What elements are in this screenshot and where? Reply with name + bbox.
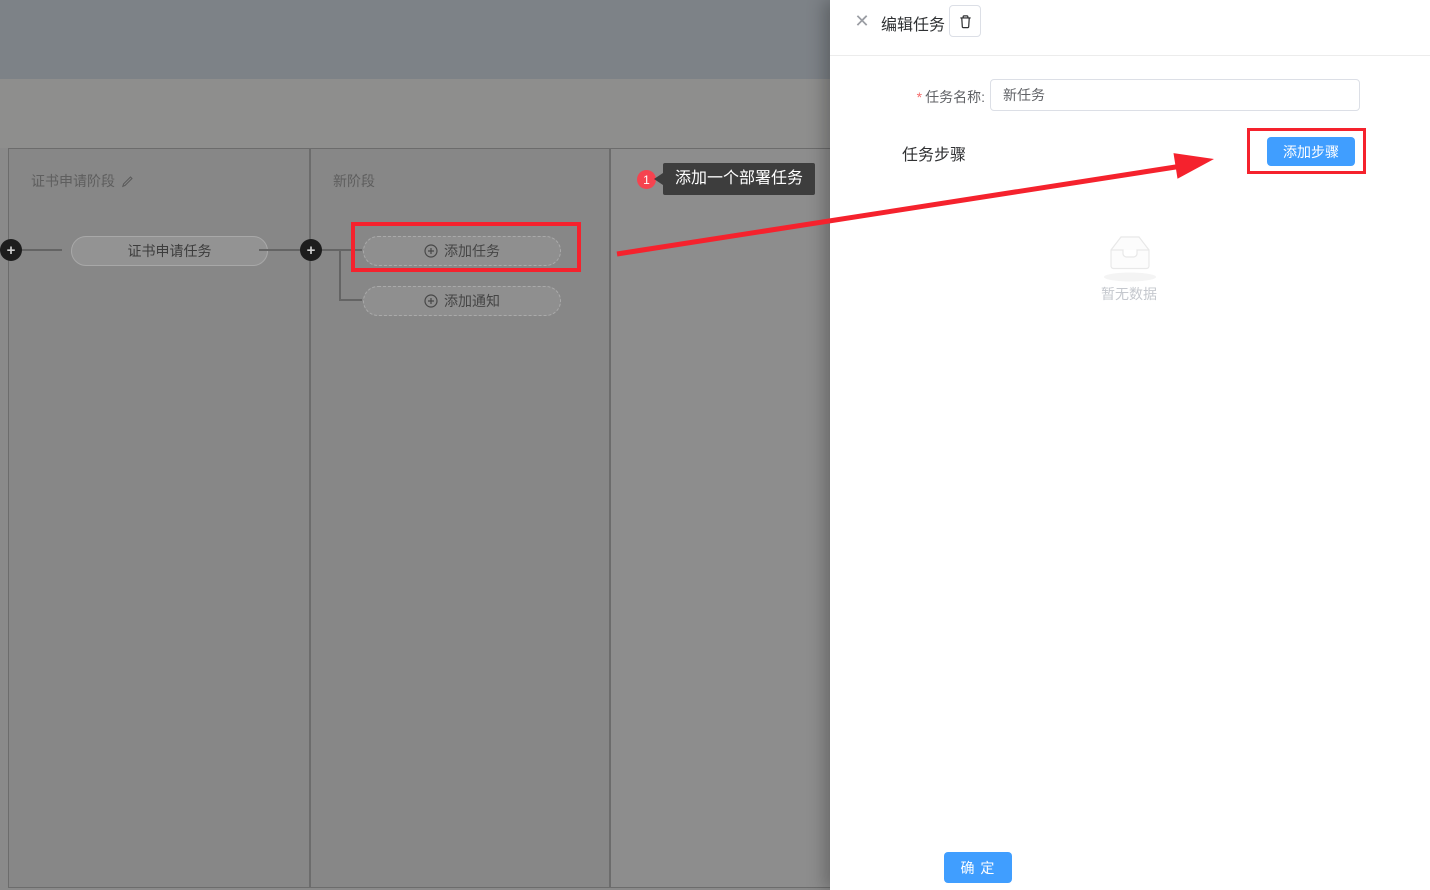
add-notification-button[interactable]: 添加通知 xyxy=(363,286,561,316)
circle-plus-icon xyxy=(424,244,438,258)
empty-box-icon xyxy=(1100,228,1160,282)
close-icon[interactable]: ✕ xyxy=(852,11,872,31)
empty-state-text: 暂无数据 xyxy=(1069,284,1189,304)
task-name-input[interactable] xyxy=(990,79,1360,111)
connector-line xyxy=(339,249,341,301)
drawer-header: ✕ 编辑任务 xyxy=(830,0,1430,55)
plus-icon: + xyxy=(7,243,16,258)
add-step-button[interactable]: 添加步骤 xyxy=(1267,137,1355,166)
stage-column-hidden xyxy=(610,148,840,888)
task-name-label: *任务名称: xyxy=(830,87,985,107)
required-asterisk: * xyxy=(917,89,922,105)
plus-icon: + xyxy=(307,243,316,258)
delete-task-button[interactable] xyxy=(949,5,981,37)
stage-title-label: 新阶段 xyxy=(333,171,375,191)
add-stage-button[interactable]: + xyxy=(0,239,22,261)
task-node-cert-apply[interactable]: 证书申请任务 xyxy=(71,236,268,266)
add-task-label: 添加任务 xyxy=(444,241,500,261)
edit-task-drawer: ✕ 编辑任务 *任务名称: 任务步骤 添加步骤 暂无数据 确 定 xyxy=(830,0,1430,890)
trash-icon xyxy=(958,14,973,29)
add-notification-label: 添加通知 xyxy=(444,291,500,311)
stage-title: 新阶段 xyxy=(333,171,375,191)
connector-line xyxy=(339,299,362,301)
confirm-button[interactable]: 确 定 xyxy=(944,852,1012,883)
task-node-label: 证书申请任务 xyxy=(128,241,212,261)
stage-title: 证书申请阶段 xyxy=(31,171,134,191)
stage-title-label: 证书申请阶段 xyxy=(31,171,115,191)
add-task-button[interactable]: 添加任务 xyxy=(363,236,561,266)
drawer-title: 编辑任务 xyxy=(881,11,945,35)
task-steps-label: 任务步骤 xyxy=(902,141,966,165)
circle-plus-icon xyxy=(424,294,438,308)
stage-column-new: 新阶段 添加任务 添加通知 xyxy=(310,148,610,888)
divider xyxy=(830,55,1430,56)
add-stage-button[interactable]: + xyxy=(300,239,322,261)
edit-pencil-icon[interactable] xyxy=(121,175,134,188)
stage-column-cert-apply: 证书申请阶段 证书申请任务 xyxy=(8,148,310,888)
